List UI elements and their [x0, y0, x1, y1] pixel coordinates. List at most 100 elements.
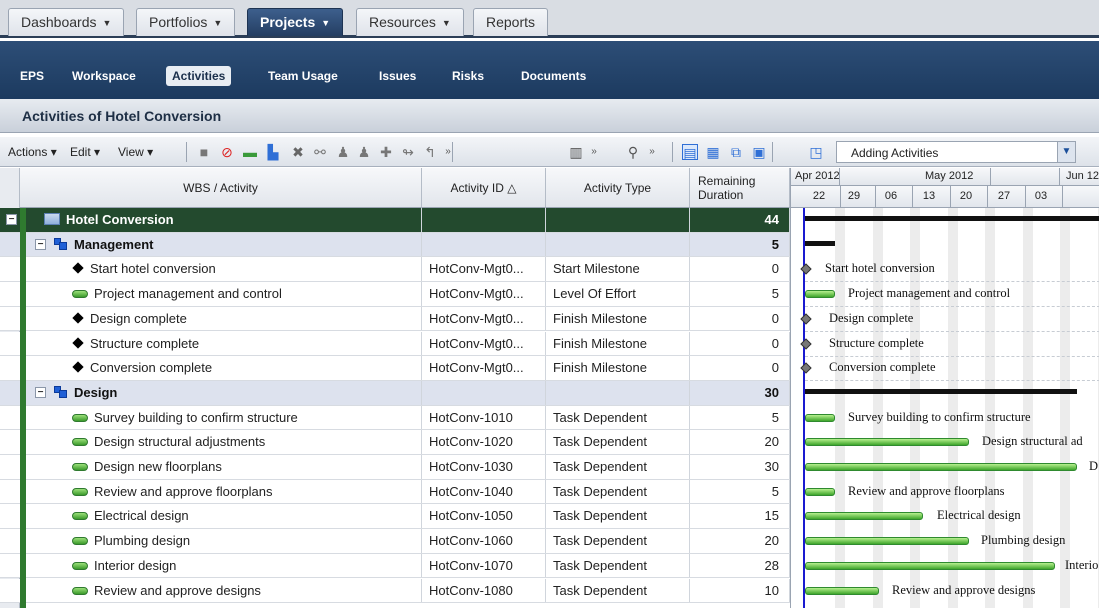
- assign-resource-icon[interactable]: ♟: [335, 144, 351, 160]
- tab-reports[interactable]: Reports: [473, 8, 549, 36]
- wbs-activity-cell[interactable]: Design: [34, 380, 422, 405]
- column-header-remaining-duration[interactable]: Remaining Duration: [690, 168, 790, 208]
- subnav-workspace[interactable]: Workspace: [66, 66, 142, 86]
- activity-type-cell[interactable]: Task Dependent: [546, 455, 690, 479]
- subnav-team-usage[interactable]: Team Usage: [262, 66, 344, 86]
- overflow-icon[interactable]: »: [440, 144, 456, 160]
- add-wbs-icon[interactable]: ▙: [265, 144, 281, 160]
- activity-type-cell[interactable]: Task Dependent: [546, 529, 690, 553]
- wbs-activity-cell[interactable]: Plumbing design: [34, 529, 422, 553]
- activity-row[interactable]: Design complete HotConv-Mgt0... Finish Mil…: [0, 306, 790, 332]
- remaining-duration-cell[interactable]: 28: [690, 553, 790, 578]
- wbs-summary-bar[interactable]: [805, 388, 1077, 394]
- task-bar[interactable]: [805, 438, 969, 447]
- wbs-summary-bar[interactable]: [805, 240, 835, 246]
- filter-icon[interactable]: ⚲: [625, 144, 641, 160]
- activity-row[interactable]: Interior design HotConv-1070 Task Dependen…: [0, 553, 790, 579]
- activity-id-cell[interactable]: HotConv-Mgt0...: [422, 282, 546, 306]
- activity-type-cell[interactable]: Task Dependent: [546, 578, 690, 603]
- wbs-activity-cell[interactable]: Hotel Conversion: [34, 208, 422, 232]
- project-summary-bar[interactable]: [805, 216, 1099, 221]
- cancel-icon[interactable]: ⊘: [219, 144, 235, 160]
- activity-type-cell[interactable]: [546, 380, 690, 405]
- activity-id-cell[interactable]: HotConv-Mgt0...: [422, 306, 546, 331]
- gantt-view-icon[interactable]: ▤: [682, 144, 698, 161]
- activity-type-cell[interactable]: Task Dependent: [546, 553, 690, 578]
- activity-id-cell[interactable]: HotConv-Mgt0...: [422, 331, 546, 356]
- activity-id-cell[interactable]: HotConv-1070: [422, 553, 546, 578]
- activity-id-cell[interactable]: HotConv-1010: [422, 405, 546, 430]
- wbs-activity-cell[interactable]: Review and approve designs: [34, 578, 422, 603]
- layout-icon[interactable]: ◳: [808, 144, 824, 160]
- task-bar[interactable]: [805, 487, 835, 496]
- subnav-risks[interactable]: Risks: [446, 66, 490, 86]
- activity-id-cell[interactable]: [422, 232, 546, 257]
- remaining-duration-cell[interactable]: 0: [690, 356, 790, 380]
- wbs-activity-cell[interactable]: Electrical design: [34, 504, 422, 529]
- save-icon[interactable]: ■: [196, 144, 212, 160]
- step-icon[interactable]: ↰: [422, 144, 438, 160]
- activity-id-cell[interactable]: [422, 208, 546, 232]
- collapse-icon[interactable]: −: [6, 214, 17, 225]
- activity-type-cell[interactable]: Level Of Effort: [546, 282, 690, 306]
- overflow-icon[interactable]: »: [586, 144, 602, 160]
- task-bar[interactable]: [805, 463, 1077, 471]
- remaining-duration-cell[interactable]: 44: [690, 208, 790, 232]
- activity-type-cell[interactable]: Task Dependent: [546, 504, 690, 529]
- subnav-activities[interactable]: Activities: [166, 66, 232, 86]
- task-bar[interactable]: [805, 512, 923, 521]
- activity-row[interactable]: Start hotel conversion HotConv-Mgt0... Sta…: [0, 257, 790, 283]
- activity-row[interactable]: Project management and control HotConv-Mg…: [0, 282, 790, 307]
- remaining-duration-cell[interactable]: 30: [690, 380, 790, 405]
- detail-view-icon[interactable]: ▣: [751, 144, 767, 160]
- remaining-duration-cell[interactable]: 20: [690, 430, 790, 454]
- task-bar[interactable]: [805, 586, 879, 595]
- table-view-icon[interactable]: ▦: [705, 144, 721, 160]
- activity-id-cell[interactable]: HotConv-1060: [422, 529, 546, 553]
- task-bar[interactable]: [805, 561, 1055, 570]
- wbs-activity-cell[interactable]: Start hotel conversion: [34, 257, 422, 282]
- move-icon[interactable]: ✚: [378, 144, 394, 160]
- remaining-duration-cell[interactable]: 20: [690, 529, 790, 553]
- activity-row[interactable]: Survey building to confirm structure HotC…: [0, 405, 790, 431]
- activity-type-cell[interactable]: Task Dependent: [546, 405, 690, 430]
- subnav-documents[interactable]: Documents: [515, 66, 592, 86]
- activity-id-cell[interactable]: HotConv-1020: [422, 430, 546, 454]
- view-menu[interactable]: View ▾: [118, 145, 153, 159]
- remaining-duration-cell[interactable]: 5: [690, 405, 790, 430]
- wbs-activity-cell[interactable]: Design structural adjustments: [34, 430, 422, 454]
- tab-resources[interactable]: Resources ▼: [356, 8, 464, 36]
- activity-id-cell[interactable]: HotConv-1040: [422, 479, 546, 504]
- link-icon[interactable]: ⚯: [312, 144, 328, 160]
- activity-id-cell[interactable]: HotConv-1050: [422, 504, 546, 529]
- activity-type-cell[interactable]: Task Dependent: [546, 479, 690, 504]
- wbs-row[interactable]: − Design 30: [0, 380, 790, 406]
- actions-menu[interactable]: Actions ▾: [8, 145, 57, 159]
- edit-menu[interactable]: Edit ▾: [70, 145, 100, 159]
- remaining-duration-cell[interactable]: 0: [690, 331, 790, 356]
- activity-row[interactable]: Review and approve designs HotConv-1080 Ta…: [0, 578, 790, 604]
- activity-type-cell[interactable]: [546, 208, 690, 232]
- wbs-activity-cell[interactable]: Survey building to confirm structure: [34, 405, 422, 430]
- columns-icon[interactable]: ▥: [568, 144, 584, 160]
- activity-id-cell[interactable]: HotConv-1080: [422, 578, 546, 603]
- add-activity-icon[interactable]: ▬: [242, 144, 258, 160]
- tab-dashboards[interactable]: Dashboards ▼: [8, 8, 125, 36]
- network-view-icon[interactable]: ⧉: [728, 144, 744, 160]
- wbs-activity-cell[interactable]: Design new floorplans: [34, 455, 422, 479]
- column-header-activity-id[interactable]: Activity ID △: [422, 168, 546, 208]
- wbs-activity-cell[interactable]: Structure complete: [34, 331, 422, 356]
- relationship-icon[interactable]: ↬: [400, 144, 416, 160]
- remaining-duration-cell[interactable]: 5: [690, 232, 790, 257]
- tab-projects[interactable]: Projects ▼: [247, 8, 344, 36]
- activity-row[interactable]: Plumbing design HotConv-1060 Task Dependen…: [0, 529, 790, 554]
- wbs-activity-cell[interactable]: Project management and control: [34, 282, 422, 306]
- delete-icon[interactable]: ✖: [290, 144, 306, 160]
- activity-row[interactable]: Design structural adjustments HotConv-102…: [0, 430, 790, 455]
- remaining-duration-cell[interactable]: 5: [690, 282, 790, 306]
- layout-select[interactable]: Adding Activities ▼: [836, 141, 1076, 163]
- tab-portfolios[interactable]: Portfolios ▼: [136, 8, 236, 36]
- remaining-duration-cell[interactable]: 10: [690, 578, 790, 603]
- activity-row[interactable]: Electrical design HotConv-1050 Task Depend…: [0, 504, 790, 530]
- activity-id-cell[interactable]: [422, 380, 546, 405]
